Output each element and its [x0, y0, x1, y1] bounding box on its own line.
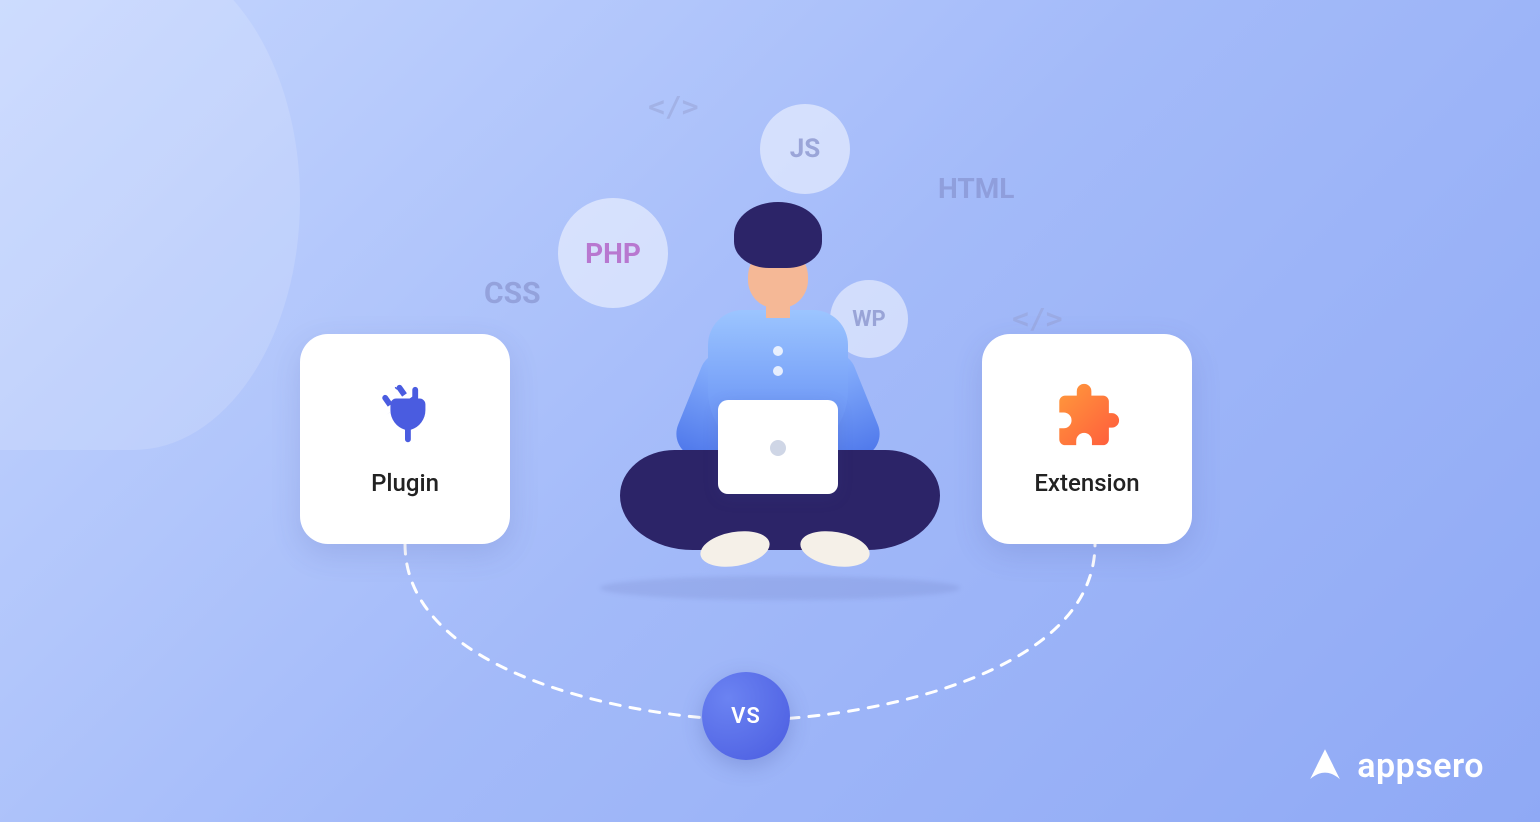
- puzzle-icon: [1052, 381, 1122, 451]
- code-tag-label-2: </>: [1012, 302, 1063, 335]
- brand-logo: appsero: [1305, 746, 1484, 786]
- extension-card: Extension: [982, 334, 1192, 544]
- html-label: HTML: [938, 172, 1014, 205]
- css-label: CSS: [484, 276, 541, 311]
- plug-icon: [370, 381, 440, 451]
- code-tag-label: </>: [648, 90, 699, 123]
- character-illustration: [640, 210, 920, 580]
- plugin-card: Plugin: [300, 334, 510, 544]
- vs-badge: VS: [702, 672, 790, 760]
- appsero-mark-icon: [1305, 746, 1345, 786]
- illustration-scene: </> CSS HTML </> JS PHP WP Plugin: [0, 0, 1540, 822]
- plugin-label: Plugin: [371, 469, 439, 497]
- brand-name: appsero: [1357, 746, 1484, 786]
- laptop-icon: [718, 400, 838, 494]
- extension-label: Extension: [1034, 469, 1139, 497]
- js-bubble: JS: [760, 104, 850, 194]
